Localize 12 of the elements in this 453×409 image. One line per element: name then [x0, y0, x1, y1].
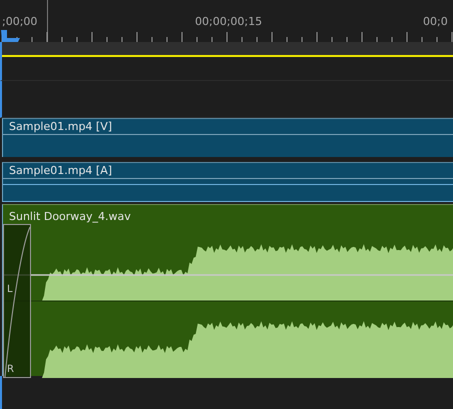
clip[interactable]: Sample01.mp4 [A]: [2, 162, 453, 202]
clip-name: Sunlit Doorway_4.wav: [8, 209, 132, 224]
clip-name: Sample01.mp4 [V]: [3, 119, 453, 135]
timecode-label: 00;0: [423, 15, 448, 28]
timecode-label: 00;00;00;15: [195, 15, 262, 28]
fade-handle[interactable]: [3, 224, 31, 378]
timecode-label: ;00;00: [2, 15, 38, 28]
channel-label: L: [7, 284, 13, 295]
clip[interactable]: Sample01.mp4 [V]: [2, 118, 453, 157]
clip-name: Sample01.mp4 [A]: [3, 163, 453, 179]
channel-label: R: [7, 364, 14, 375]
audio-clip[interactable]: Sunlit Doorway_4.wav L R: [2, 204, 453, 376]
